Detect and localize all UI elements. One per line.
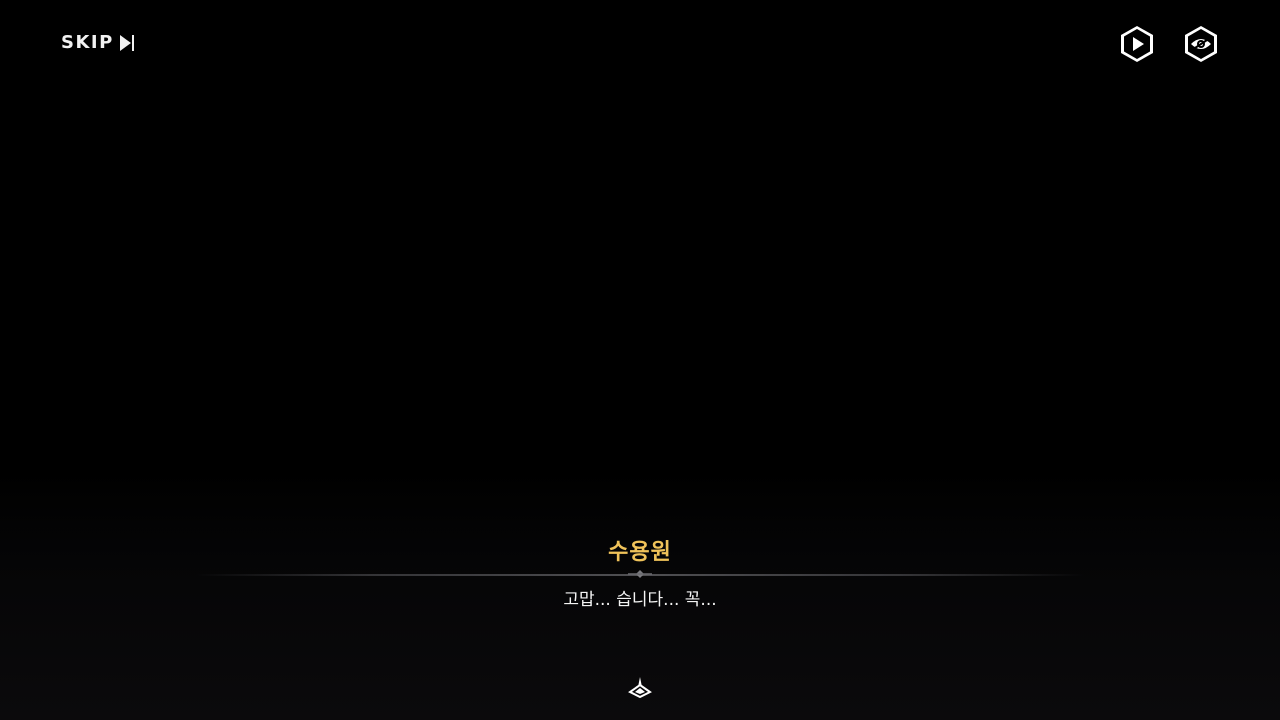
auto-play-button[interactable] [1118, 24, 1156, 64]
speaker-name: 수용원 [608, 540, 672, 565]
top-right-controls [1118, 24, 1220, 64]
skip-label: SKIP [61, 32, 114, 53]
dialogue-box[interactable]: 수용원 고맙... 습니다... 꼭... [0, 530, 1280, 720]
dialogue-text: 고맙... 습니다... 꼭... [563, 590, 717, 610]
skip-button[interactable]: SKIP [61, 31, 135, 55]
next-arrow-icon[interactable] [628, 676, 652, 698]
hide-ui-eye-icon [1185, 26, 1217, 62]
game-screen[interactable]: SKIP 수용원 고맙... 습니다... 꼭... [0, 0, 1280, 720]
hide-ui-button[interactable] [1182, 24, 1220, 64]
auto-play-icon [1121, 26, 1153, 62]
skip-forward-icon [119, 31, 135, 55]
divider-ornament-icon [628, 570, 652, 578]
